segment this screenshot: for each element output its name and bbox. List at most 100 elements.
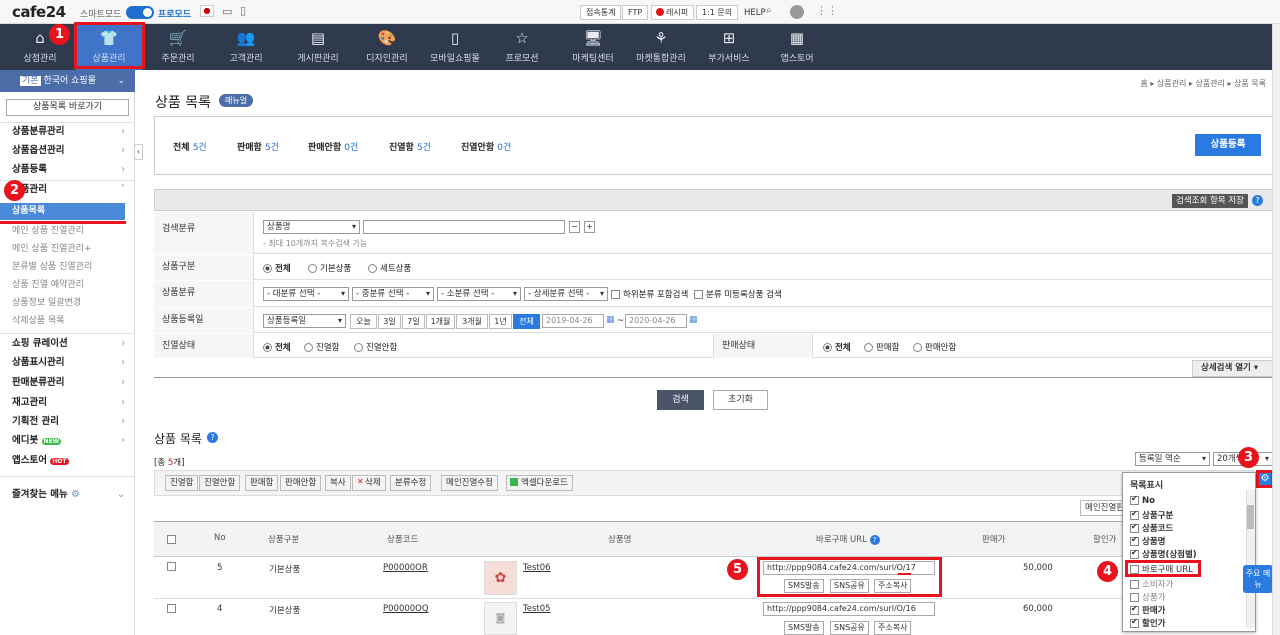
row-code-link[interactable]: P00000OQ (383, 604, 429, 614)
sidebar-favorites[interactable]: 즐겨찾는 메뉴 ⚙ ⌄ (0, 485, 135, 504)
apps-grid-icon[interactable]: ⋮⋮ (816, 4, 838, 17)
save-search-conditions-button[interactable]: 검색조회 항목 저장 (1172, 194, 1248, 208)
summary-not-displayed[interactable]: 진열안함 0건 (461, 140, 511, 153)
sidebar-sub-display-schedule[interactable]: 상품 진열 예약관리 (0, 276, 135, 294)
main-display-edit-button[interactable]: 메인진열수정 (441, 475, 498, 491)
display-off-button[interactable]: 진열안함 (199, 475, 241, 491)
sms-send-button[interactable]: SMS발송 (784, 621, 824, 635)
popup-scroll-thumb[interactable] (1247, 505, 1254, 529)
category-select-3[interactable]: - 소분류 선택 - (437, 287, 521, 301)
column-option-code[interactable]: 상품코드 (1130, 522, 1173, 534)
sidebar-sub-bulk-edit[interactable]: 상품정보 일괄변경 (0, 294, 135, 312)
row-name-link[interactable]: Test05 (523, 604, 551, 614)
date-from-input[interactable]: 2019-04-26 (542, 314, 604, 328)
sale-radio-on[interactable]: 판매함 (864, 341, 899, 353)
inquiry-button[interactable]: 1:1 문의 (696, 5, 739, 20)
include-sub-checkbox[interactable]: 하위분류 포함검색 (611, 288, 688, 300)
page-scrollbar[interactable] (1272, 24, 1280, 635)
help-icon[interactable]: ? (869, 535, 880, 545)
stats-button[interactable]: 접속통계 (580, 5, 622, 20)
product-thumbnail[interactable]: ✿ (484, 561, 517, 595)
display-radio-off[interactable]: 진열안함 (354, 341, 397, 353)
column-option-discount[interactable]: 할인가 (1130, 617, 1165, 629)
cafe24-logo[interactable]: cafe24 (12, 3, 66, 21)
calendar-icon[interactable]: ▦ (689, 315, 698, 325)
nav-mobile-shop[interactable]: ▯ 모바일쇼핑몰 (420, 24, 490, 70)
sidebar-item-option[interactable]: 상품옵션관리 › (0, 141, 135, 160)
sort-select[interactable]: 등록일 역순 (1135, 452, 1210, 466)
column-option-product-price[interactable]: 상품가 (1130, 591, 1165, 603)
row-code-link[interactable]: P00000OR (383, 563, 428, 573)
register-product-button[interactable]: 상품등록 (1195, 134, 1261, 156)
sidebar-item-category[interactable]: 상품분류관리 › (0, 122, 135, 141)
summary-displayed[interactable]: 진열함 5건 (389, 140, 431, 153)
quick-menu-button[interactable]: 주요 메뉴 (1243, 565, 1273, 593)
manual-button[interactable]: 매뉴얼 (219, 94, 254, 107)
nav-design-admin[interactable]: 🎨 디자인관리 (352, 24, 422, 70)
summary-selling[interactable]: 판매함 5건 (237, 140, 279, 153)
copy-url-button[interactable]: 주소복사 (874, 621, 912, 635)
sidebar-item-editbot[interactable]: 에디봇 NEW › (0, 431, 135, 450)
date-1m-button[interactable]: 1개월 (426, 314, 455, 329)
column-option-sale-price[interactable]: 판매가 (1130, 604, 1165, 616)
category-select-2[interactable]: - 중분류 선택 - (352, 287, 434, 301)
detail-search-toggle[interactable]: 상세검색 열기 ▾ (1192, 360, 1273, 377)
nav-market-integration[interactable]: ⚘ 마켓통합관리 (626, 24, 696, 70)
date-today-button[interactable]: 오늘 (350, 314, 377, 329)
sidebar-sub-main-display-plus[interactable]: 메인 상품 진열관리+ (0, 240, 135, 258)
sidebar-item-appstore[interactable]: 앱스토어 HOT (0, 451, 135, 470)
date-3m-button[interactable]: 3개월 (456, 314, 488, 329)
column-option-name-shop[interactable]: 상품명(상점별) (1130, 548, 1197, 560)
avatar[interactable] (790, 5, 804, 19)
help-link[interactable]: HELP (744, 8, 766, 18)
sidebar-item-register[interactable]: 상품등록 › (0, 160, 135, 179)
nav-order-admin[interactable]: 🛒 주문관리 (146, 24, 210, 70)
display-radio-all[interactable]: 전체 (263, 341, 291, 353)
column-option-no[interactable]: No (1130, 496, 1155, 506)
display-radio-on[interactable]: 진열함 (304, 341, 339, 353)
select-all-checkbox[interactable] (167, 534, 179, 545)
type-radio-basic[interactable]: 기본상품 (308, 262, 351, 274)
camera-icon[interactable]: ◙ (484, 602, 517, 635)
type-radio-all[interactable]: 전체 (263, 262, 291, 274)
plus-button[interactable]: + (584, 221, 595, 233)
calendar-icon[interactable]: ▦ (606, 315, 615, 325)
store-selector[interactable]: 기본 한국어 쇼핑몰 ⌄ (0, 70, 135, 92)
sale-on-button[interactable]: 판매함 (245, 475, 279, 491)
nav-app-store[interactable]: ▦ 앱스토어 (764, 24, 830, 70)
date-1y-button[interactable]: 1년 (489, 314, 512, 329)
sns-share-button[interactable]: SNS공유 (830, 621, 869, 635)
sale-radio-all[interactable]: 전체 (823, 341, 851, 353)
nav-promotion[interactable]: ☆ 프로모션 (490, 24, 554, 70)
column-option-consumer-price[interactable]: 소비자가 (1130, 578, 1173, 590)
unregistered-checkbox[interactable]: 분류 미등록상품 검색 (694, 288, 782, 300)
gear-icon[interactable]: ⚙ (1259, 473, 1271, 485)
sidebar-sub-category-display[interactable]: 분류별 상품 진열관리 (0, 258, 135, 276)
nav-marketing-center[interactable]: 🖥 마케팅센터 (558, 24, 628, 70)
help-icon[interactable]: ? (1252, 195, 1263, 206)
nav-addon-services[interactable]: ⊞ 부가서비스 (694, 24, 764, 70)
sale-off-button[interactable]: 판매안함 (280, 475, 322, 491)
help-icon[interactable]: ? (207, 432, 218, 443)
copy-button[interactable]: 복사 (325, 475, 351, 491)
search-button[interactable]: 검색 (657, 390, 704, 410)
goto-product-list-button[interactable]: 상품목록 바로가기 (6, 99, 129, 116)
display-on-button[interactable]: 진열함 (165, 475, 199, 491)
category-select-4[interactable]: - 상세분류 선택 - (524, 287, 608, 301)
ftp-button[interactable]: FTP (622, 5, 649, 20)
sidebar-item-exhibition[interactable]: 기획전 관리 › (0, 412, 135, 431)
search-class-select[interactable]: 상품명 (263, 220, 360, 234)
sidebar-item-inventory[interactable]: 재고관리 › (0, 393, 135, 412)
row-checkbox[interactable] (167, 603, 179, 614)
sidebar-item-product-list[interactable]: 상품목록 (0, 203, 125, 220)
minus-button[interactable]: − (569, 221, 580, 233)
column-option-type[interactable]: 상품구분 (1130, 509, 1173, 521)
sidebar-sub-main-display[interactable]: 메인 상품 진열관리 (0, 222, 135, 240)
date-type-select[interactable]: 상품등록일 (263, 314, 346, 328)
sidebar-item-sales-category[interactable]: 판매분류관리 › (0, 373, 135, 392)
reset-button[interactable]: 초기화 (713, 390, 768, 410)
summary-not-selling[interactable]: 판매안함 0건 (308, 140, 358, 153)
nav-customer-admin[interactable]: 👥 고객관리 (214, 24, 278, 70)
row-name-link[interactable]: Test06 (523, 563, 551, 573)
korea-flag-icon[interactable]: ● (200, 5, 214, 17)
